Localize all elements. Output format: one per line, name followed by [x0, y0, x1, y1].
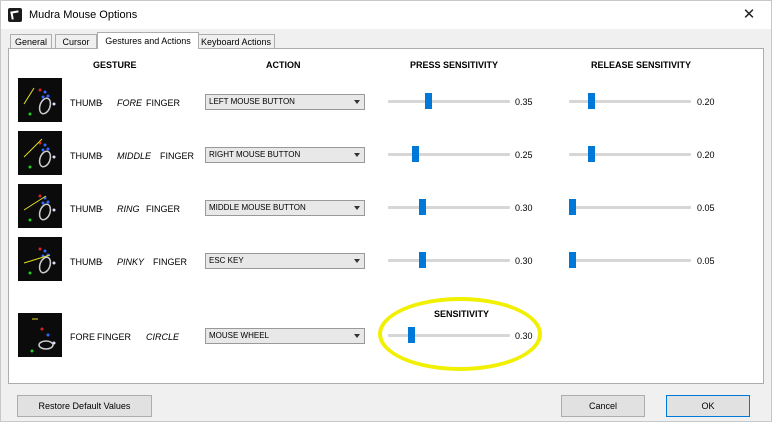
action-select-value: MIDDLE MOUSE BUTTON [209, 203, 306, 212]
press-sensitivity-value: 0.35 [515, 97, 533, 107]
press-slider-track[interactable] [388, 206, 510, 209]
action-select-row-1[interactable]: LEFT MOUSE BUTTON [205, 94, 365, 110]
gesture-label-part: - [100, 204, 103, 214]
gesture-fore-finger-circle-icon [18, 313, 62, 357]
release-slider-thumb[interactable] [569, 199, 576, 215]
gesture-label-part: FINGER [97, 332, 132, 342]
gesture-label-part: FINGER [153, 257, 188, 267]
restore-defaults-button[interactable]: Restore Default Values [17, 395, 152, 417]
gesture-label-part: PINKY [117, 257, 145, 267]
gesture-label-part: THUMB [70, 204, 102, 214]
press-slider-thumb[interactable] [412, 146, 419, 162]
highlight-circle [378, 297, 542, 371]
press-slider-track[interactable] [388, 153, 510, 156]
gesture-thumb-fore-icon [18, 78, 62, 122]
release-sensitivity-column-header: RELEASE SENSITIVITY [591, 60, 692, 70]
gesture-label-part: - [100, 98, 103, 108]
window-title: Mudra Mouse Options [29, 9, 138, 21]
cancel-button[interactable]: Cancel [561, 395, 645, 417]
gesture-label-part: - [100, 151, 103, 161]
action-select-value: LEFT MOUSE BUTTON [209, 97, 295, 106]
press-slider-thumb[interactable] [425, 93, 432, 109]
gesture-thumb-pinky-icon [18, 237, 62, 281]
release-sensitivity-value: 0.20 [697, 150, 715, 160]
release-slider-track[interactable] [569, 259, 691, 262]
gesture-thumb-middle-icon [18, 131, 62, 175]
options-window: Mudra Mouse Options ✕ General Cursor Ges… [0, 0, 772, 422]
gesture-label-part: - [100, 257, 103, 267]
release-sensitivity-value: 0.05 [697, 256, 715, 266]
gesture-label-part: THUMB [70, 151, 102, 161]
action-select-row-3[interactable]: MIDDLE MOUSE BUTTON [205, 200, 365, 216]
tab-gestures-and-actions[interactable]: Gestures and Actions [97, 32, 199, 49]
chevron-down-icon [354, 206, 360, 210]
press-sensitivity-value: 0.30 [515, 203, 533, 213]
press-slider-thumb[interactable] [419, 252, 426, 268]
press-slider-track[interactable] [388, 259, 510, 262]
release-slider-thumb[interactable] [588, 146, 595, 162]
release-slider-thumb[interactable] [588, 93, 595, 109]
chevron-down-icon [354, 100, 360, 104]
release-slider-track[interactable] [569, 206, 691, 209]
gesture-thumb-ring-icon [18, 184, 62, 228]
action-select-value: MOUSE WHEEL [209, 331, 270, 340]
action-select-value: ESC KEY [209, 256, 244, 265]
gesture-label-part: THUMB [70, 257, 102, 267]
gesture-label-part: THUMB [70, 98, 102, 108]
ok-button[interactable]: OK [666, 395, 750, 417]
tab-cursor[interactable]: Cursor [55, 34, 97, 48]
gesture-label-part: CIRCLE [146, 332, 180, 342]
chevron-down-icon [354, 334, 360, 338]
title-bar: Mudra Mouse Options ✕ [1, 1, 771, 29]
action-select-circle[interactable]: MOUSE WHEEL [205, 328, 365, 344]
action-select-row-2[interactable]: RIGHT MOUSE BUTTON [205, 147, 365, 163]
press-slider-thumb[interactable] [419, 199, 426, 215]
close-icon[interactable]: ✕ [727, 1, 771, 29]
gesture-label-part: FINGER [146, 98, 181, 108]
gesture-label-part: MIDDLE [117, 151, 152, 161]
release-sensitivity-value: 0.20 [697, 97, 715, 107]
action-select-value: RIGHT MOUSE BUTTON [209, 150, 301, 159]
release-slider-thumb[interactable] [569, 252, 576, 268]
chevron-down-icon [354, 259, 360, 263]
chevron-down-icon [354, 153, 360, 157]
app-icon [8, 8, 22, 22]
gesture-label-part: FORE [117, 98, 143, 108]
release-sensitivity-value: 0.05 [697, 203, 715, 213]
action-column-header: ACTION [266, 60, 301, 70]
gesture-label-part: FINGER [160, 151, 195, 161]
gesture-label-part: FORE [70, 332, 96, 342]
action-select-row-4[interactable]: ESC KEY [205, 253, 365, 269]
gesture-column-header: GESTURE [93, 60, 137, 70]
press-slider-track[interactable] [388, 100, 510, 103]
tab-keyboard-actions[interactable]: Keyboard Actions [197, 34, 275, 48]
tab-general[interactable]: General [10, 34, 52, 48]
gesture-label-part: RING [117, 204, 140, 214]
gesture-label-part: FINGER [146, 204, 181, 214]
press-sensitivity-value: 0.30 [515, 256, 533, 266]
press-sensitivity-value: 0.25 [515, 150, 533, 160]
press-sensitivity-column-header: PRESS SENSITIVITY [410, 60, 499, 70]
